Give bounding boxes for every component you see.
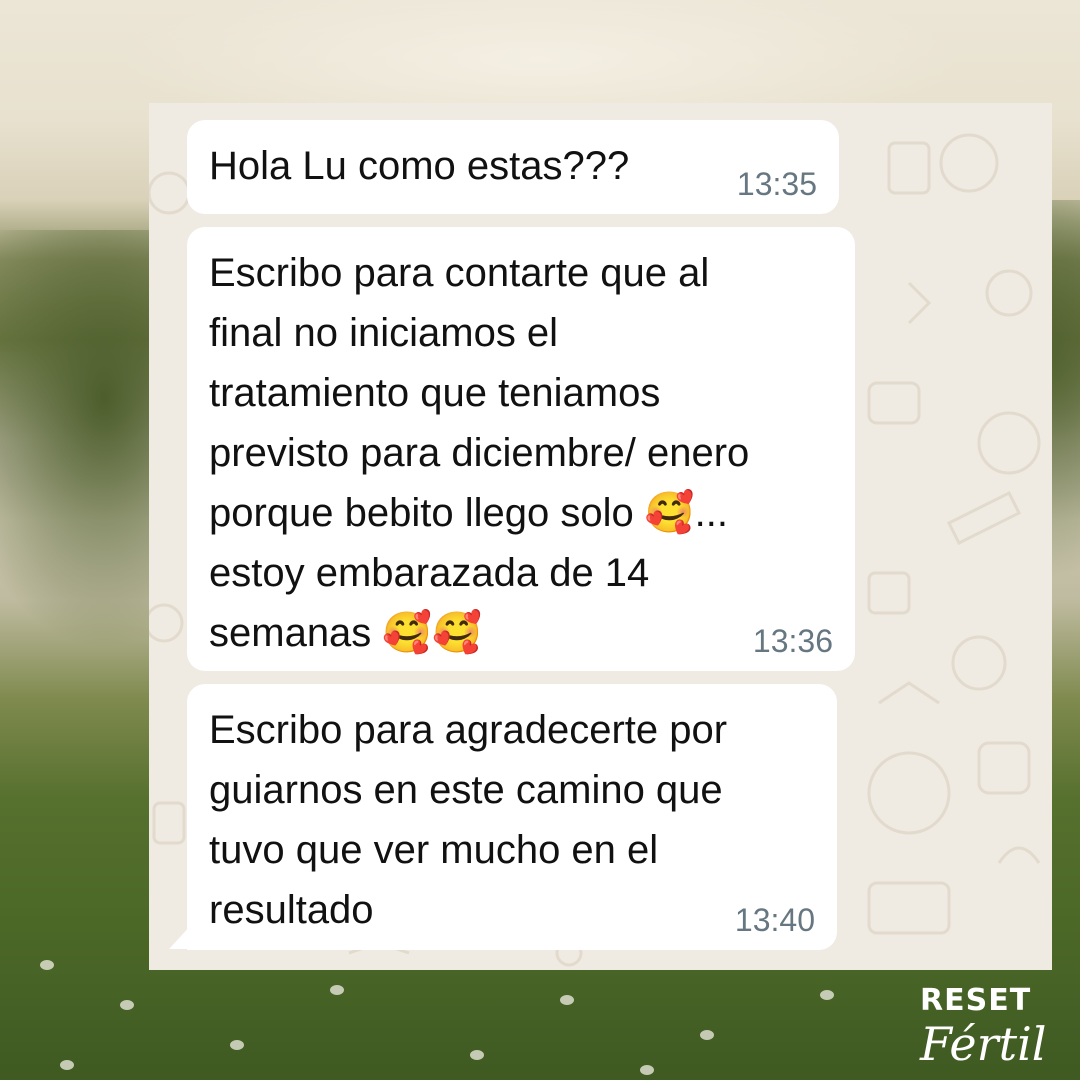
- message-bubble[interactable]: Hola Lu como estas??? 13:35: [187, 120, 839, 214]
- message-bubble[interactable]: Escribo para contarte que al final no in…: [187, 227, 855, 671]
- message-time: 13:36: [752, 623, 833, 659]
- message-time: 13:40: [734, 902, 815, 938]
- message-text: Hola Lu como estas???: [209, 144, 630, 188]
- bubble-tail: [169, 923, 193, 949]
- message-time: 13:35: [736, 166, 817, 202]
- brand-logo: RESET Fértil: [920, 983, 1047, 1071]
- message-text: Escribo para contarte que al final no in…: [209, 251, 750, 655]
- message-bubble[interactable]: Escribo para agradecerte por guiarnos en…: [187, 684, 837, 950]
- logo-line-2: Fértil: [920, 1017, 1047, 1071]
- message-text: Escribo para agradecerte por guiarnos en…: [209, 708, 728, 932]
- logo-line-1: RESET: [920, 983, 1032, 1018]
- chat-panel: Hola Lu como estas??? 13:35 Escribo para…: [149, 103, 1052, 970]
